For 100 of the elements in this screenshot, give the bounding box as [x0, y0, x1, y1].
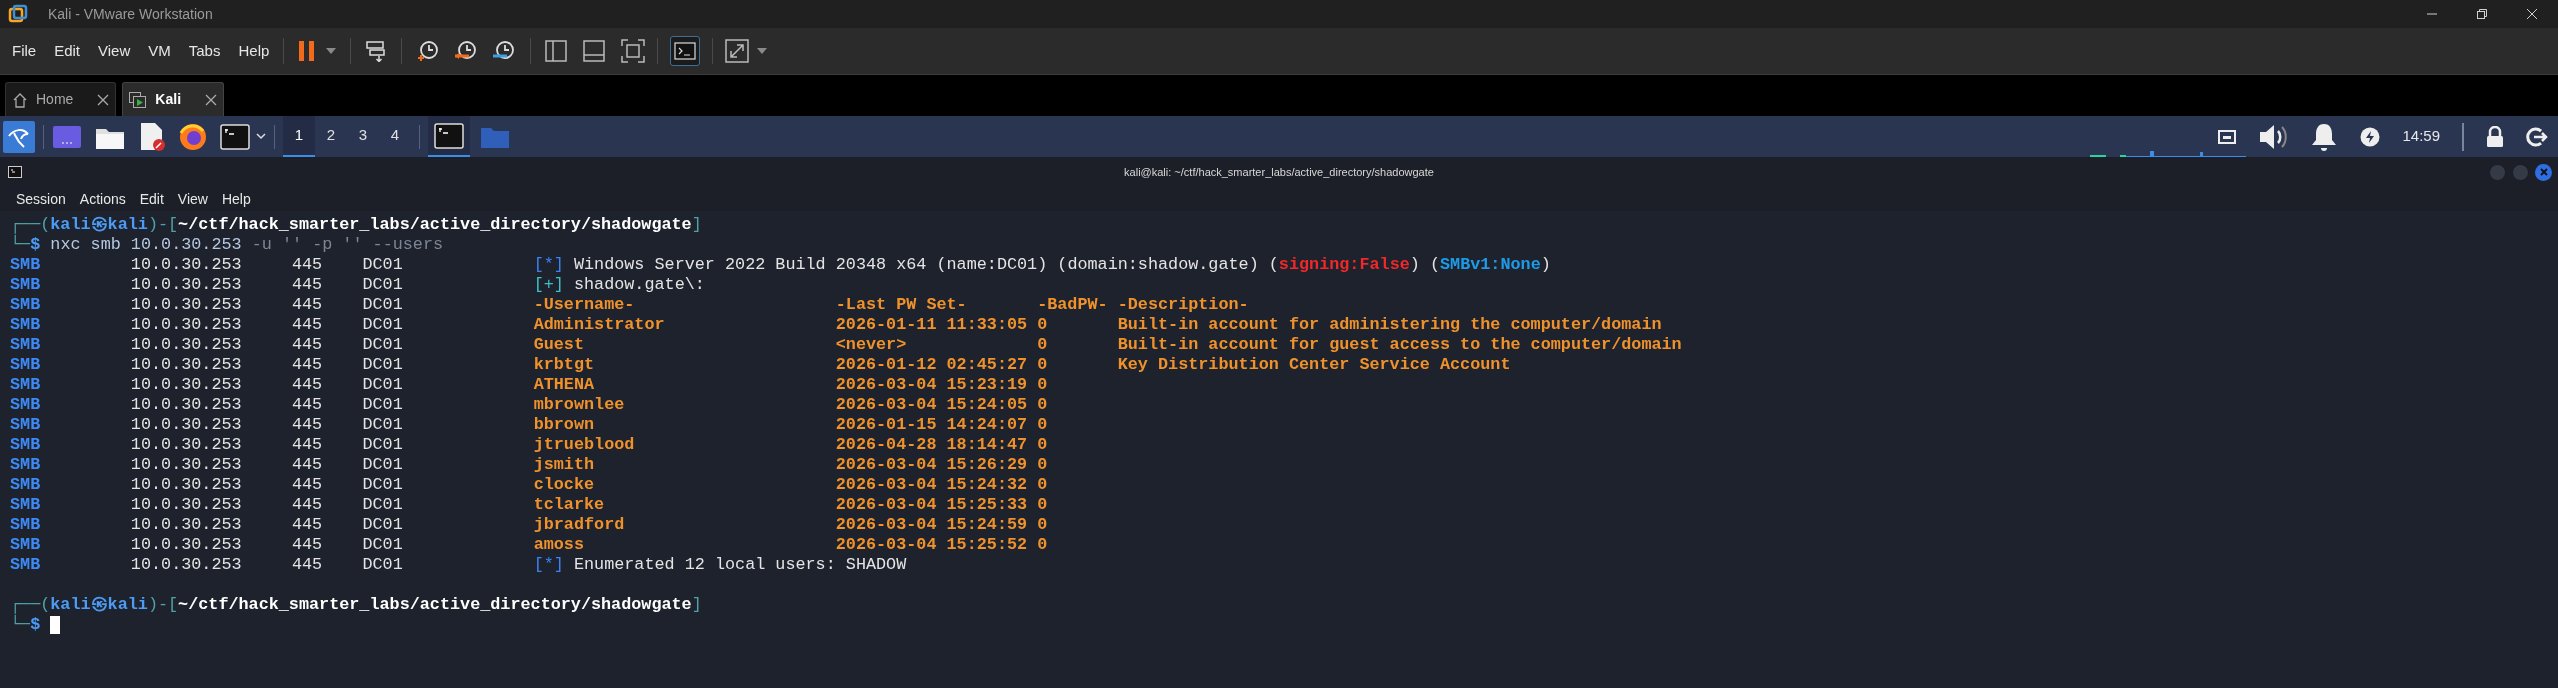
menu-item[interactable]: Help — [238, 39, 270, 63]
close-icon[interactable] — [97, 93, 110, 106]
protocol-cell-text: SMB — [10, 355, 42, 375]
close-icon[interactable] — [205, 93, 218, 106]
host-cell-text: DC01 — [362, 315, 404, 335]
port-cell-text: 445 — [291, 495, 324, 515]
prompt-user: kali㉿kali — [50, 215, 148, 235]
ip-cell-text: 10.0.30.253 — [130, 355, 243, 375]
port-cell-text: 445 — [291, 415, 324, 435]
port-cell-text: 445 — [291, 435, 324, 455]
prompt-frame: )-[ — [147, 595, 179, 615]
notification-bell-icon[interactable] — [2310, 121, 2339, 152]
menu-item[interactable]: Edit — [54, 39, 81, 63]
close-button[interactable] — [2535, 163, 2552, 181]
prompt-frame: ] — [691, 595, 702, 615]
menu-item[interactable]: Help — [221, 188, 251, 210]
stretch-icon[interactable] — [725, 39, 750, 63]
output-text: Windows Server 2022 Build 20348 x64 (name:DC01) (domain:shadow.gate) ( — [572, 255, 1279, 275]
console-view-button[interactable] — [670, 36, 701, 66]
menu-item[interactable]: Edit — [139, 188, 164, 210]
username-cell-text: ATHENA — [533, 375, 596, 395]
host-cell-text: DC01 — [362, 515, 404, 535]
protocol-cell-text: SMB — [10, 515, 42, 535]
output-text: shadow.gate\: — [572, 275, 705, 295]
network-icon[interactable] — [2218, 129, 2237, 144]
workspace-button[interactable]: 4 — [379, 116, 411, 157]
last-pw-set-cell-text: 2026-03-04 15:25:52 — [835, 535, 1029, 555]
description-cell: Built-in account for guest access to the computer/domain — [1117, 335, 1682, 355]
logout-icon[interactable] — [2526, 125, 2548, 148]
menu-item[interactable]: File — [12, 39, 37, 63]
ip-cell-text: 10.0.30.253 — [130, 315, 243, 335]
tab-label: Kali — [155, 90, 182, 109]
ip-cell-text: 10.0.30.253 — [130, 435, 243, 455]
caret-icon[interactable] — [256, 133, 266, 140]
sidebar-view-icon[interactable] — [545, 40, 568, 62]
badpw-cell-text: 0 — [1037, 475, 1049, 495]
power-manager-icon[interactable] — [2360, 126, 2381, 147]
host-cell-text: DC01 — [362, 395, 404, 415]
last-pw-set-cell-text: -Last PW Set- — [835, 295, 968, 315]
menu-item[interactable]: Actions — [79, 188, 126, 210]
host-cell-text: DC01 — [362, 535, 404, 555]
username-cell-text: Guest — [533, 335, 585, 355]
prompt-user: kali㉿kali — [50, 595, 148, 615]
badpw-cell-text: 0 — [1037, 415, 1049, 435]
caret-icon[interactable] — [757, 48, 768, 54]
pause-icon[interactable] — [298, 40, 317, 62]
kali-menu-button[interactable] — [3, 120, 35, 153]
protocol-cell-text: SMB — [10, 475, 42, 495]
lock-icon[interactable] — [2486, 125, 2504, 148]
workspace-button[interactable]: 1 — [283, 116, 315, 157]
ip-cell-text: 10.0.30.253 — [130, 475, 243, 495]
prompt-frame: ] — [691, 215, 702, 235]
badpw-cell-text: 0 — [1037, 495, 1049, 515]
last-pw-set-cell-text: 2026-01-12 02:45:27 — [835, 355, 1029, 375]
menu-item[interactable]: Session — [16, 188, 66, 210]
username-cell-text: -Username- — [533, 295, 636, 315]
tab[interactable]: Home — [5, 82, 117, 116]
prompt-frame: ┌──( — [10, 595, 51, 615]
menu-item[interactable]: View — [177, 188, 208, 210]
signing-status: signing:False — [1278, 255, 1410, 275]
thumbnail-view-icon[interactable] — [583, 40, 606, 62]
username-cell-text: bbrown — [533, 415, 596, 435]
menu-item[interactable]: Tabs — [188, 39, 221, 63]
ip-cell-text: 10.0.30.253 — [130, 555, 243, 575]
restore-icon[interactable] — [2476, 8, 2488, 20]
protocol-cell-text: SMB — [10, 535, 42, 555]
protocol-cell-text: SMB — [10, 415, 42, 435]
snapshot-clock-icon[interactable] — [416, 39, 441, 63]
menu-item[interactable]: View — [98, 39, 131, 63]
text-editor-icon[interactable] — [138, 121, 166, 152]
last-pw-set-cell-text: 2026-03-04 15:23:19 — [835, 375, 1029, 395]
close-icon[interactable] — [2526, 8, 2538, 20]
caret-icon[interactable] — [326, 48, 337, 54]
browser-icon[interactable] — [179, 122, 207, 151]
badpw-cell-text: 0 — [1037, 395, 1049, 415]
tab[interactable]: Kali — [122, 82, 225, 116]
badpw-cell-text: -BadPW- — [1037, 295, 1109, 315]
host-cell-text: DC01 — [362, 435, 404, 455]
terminal-title: kali@kali: ~/ctf/hack_smarter_labs/active_directory/shadowgate — [1124, 164, 1434, 180]
badpw-cell-text: 0 — [1037, 335, 1049, 355]
command-text: nxc smb 10.0.30.253 — [49, 235, 242, 255]
clock[interactable]: 14:59 — [2402, 125, 2440, 148]
terminal-icon[interactable] — [220, 123, 250, 150]
info-marker: [*] — [533, 255, 564, 275]
username-cell-text: jbradford — [533, 515, 626, 535]
home-icon — [12, 91, 28, 108]
host-cell-text: DC01 — [362, 275, 404, 295]
fullscreen-frame-icon[interactable] — [621, 39, 646, 63]
workspace-button[interactable]: 3 — [347, 116, 379, 157]
send-keys-icon[interactable] — [365, 40, 388, 62]
port-cell-text: 445 — [291, 375, 324, 395]
menu-item[interactable]: VM — [148, 39, 171, 63]
volume-icon[interactable] — [2258, 122, 2289, 151]
ip-cell-text: 10.0.30.253 — [130, 375, 243, 395]
output-text: ) ( — [1409, 255, 1440, 275]
desktop-icon[interactable] — [52, 123, 82, 150]
username-cell-text: amoss — [533, 535, 585, 555]
terminal-task-button[interactable] — [428, 116, 470, 157]
workspace-button[interactable]: 2 — [315, 116, 347, 157]
ip-cell-text: 10.0.30.253 — [130, 395, 243, 415]
